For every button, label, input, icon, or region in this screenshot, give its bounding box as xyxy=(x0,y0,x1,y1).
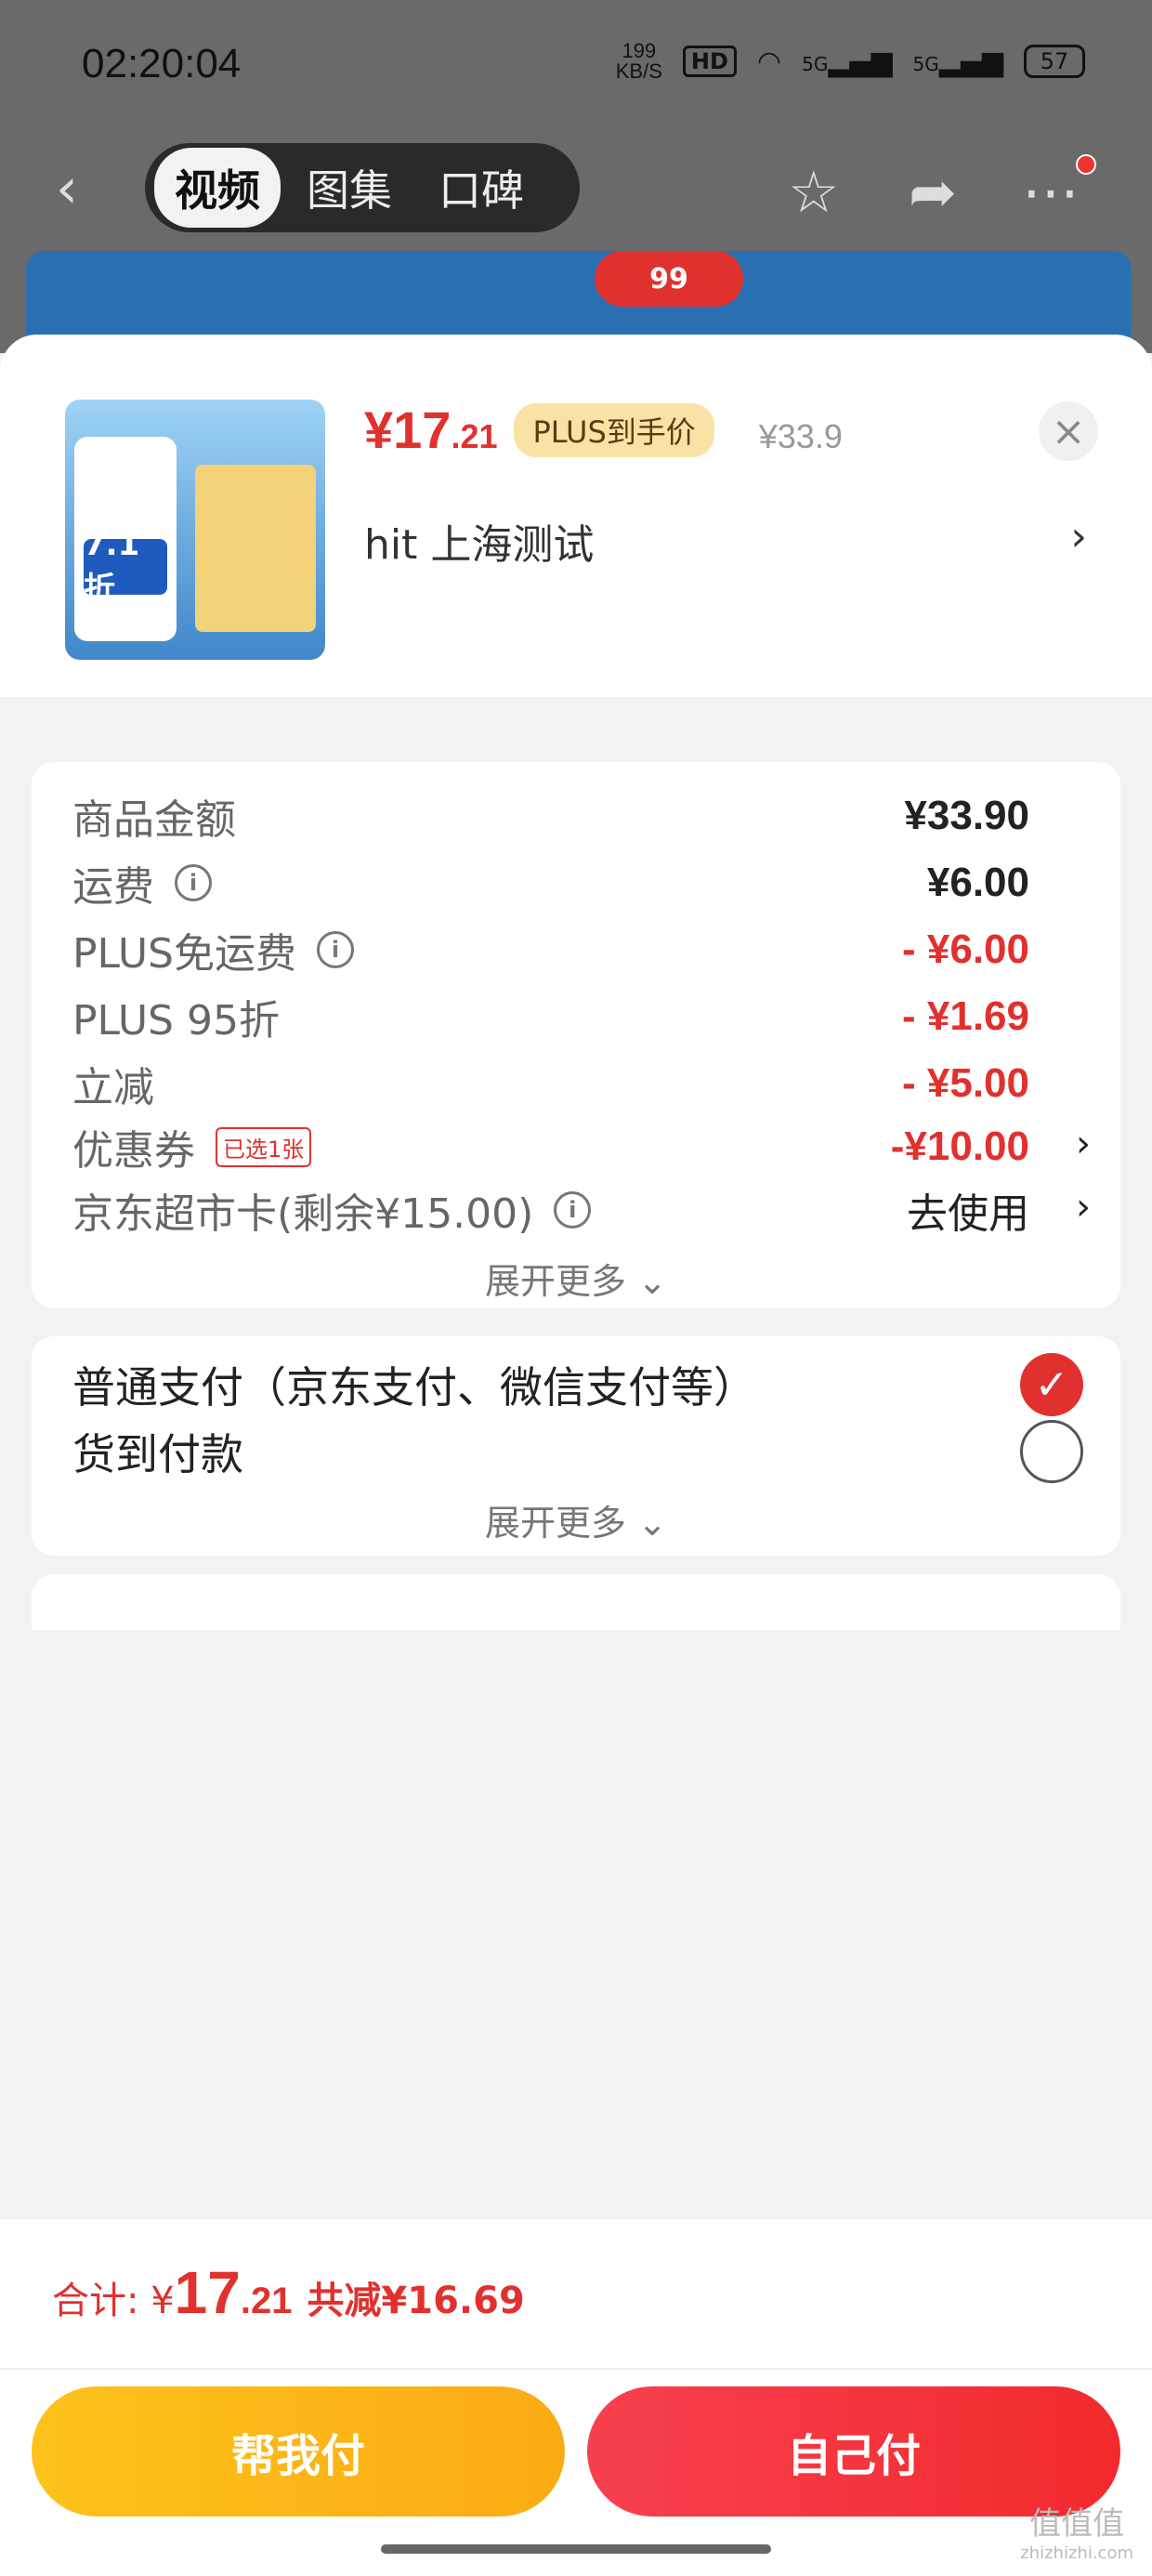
sim1-label: 5G xyxy=(802,52,829,75)
info-icon[interactable]: i xyxy=(554,1191,592,1229)
watermark-sub: zhizhizhi.com xyxy=(1020,2543,1133,2563)
product-thumbnail: 7.1折 xyxy=(65,400,325,660)
thumb-discount: 7.1折 xyxy=(84,526,167,608)
pay-option-label: 货到付款 xyxy=(72,1429,243,1479)
chevron-right-icon[interactable]: › xyxy=(1076,1123,1091,1165)
payment-method-card: 普通支付（京东支付、微信支付等） ✓ 货到付款 展开更多 ⌄ xyxy=(32,1336,1120,1556)
expand-more-label: 展开更多 xyxy=(485,1503,627,1544)
status-icons: 199 KB/S HD ◠ 5G▂▄▆ 5G▂▄▆ 57 xyxy=(616,41,1085,82)
use-card-link[interactable]: 去使用 xyxy=(907,1180,1029,1240)
pay-option-cod[interactable]: 货到付款 xyxy=(72,1414,1083,1489)
status-bar: 02:20:04 199 KB/S HD ◠ 5G▂▄▆ 5G▂▄▆ 57 xyxy=(0,0,1152,130)
plus-price-tag: PLUS到手价 xyxy=(514,402,714,457)
shipping-address[interactable]: hit 上海测试 xyxy=(364,511,594,571)
next-card-peek xyxy=(32,1574,1120,1630)
pay-option-normal[interactable]: 普通支付（京东支付、微信支付等） ✓ xyxy=(72,1347,1083,1422)
plus-price-cents: .21 xyxy=(451,417,498,455)
expand-more-label: 展开更多 xyxy=(485,1261,627,1302)
fee-label: 运费 xyxy=(72,863,154,911)
back-icon[interactable]: ‹ xyxy=(56,156,78,221)
battery-level: 57 xyxy=(1040,48,1069,74)
total-cents: .21 xyxy=(240,2280,293,2321)
total-amount: 合计: ¥ 17 .21 共减¥16.69 xyxy=(52,2258,525,2327)
fee-label: 立减 xyxy=(72,1064,154,1111)
chevron-down-icon: ⌄ xyxy=(637,1503,667,1544)
notification-dot xyxy=(1076,154,1096,175)
info-icon[interactable]: i xyxy=(175,864,212,901)
fee-row-supermarket-card[interactable]: 京东超市卡(剩余¥15.00) i 去使用 xyxy=(72,1173,1029,1247)
coupon-selected-tag: 已选1张 xyxy=(216,1126,312,1167)
fee-label: 优惠券 xyxy=(72,1127,195,1175)
help-me-pay-button[interactable]: 帮我付 xyxy=(32,2386,565,2517)
signal-icon-1: 5G▂▄▆ xyxy=(802,45,893,78)
fee-label: 京东超市卡(剩余¥15.00) xyxy=(72,1190,534,1238)
signal-icon-2: 5G▂▄▆ xyxy=(912,45,1003,78)
plus-price: ¥17 xyxy=(364,401,452,459)
fee-value: - ¥6.00 xyxy=(902,927,1029,972)
battery-icon: 57 xyxy=(1024,45,1085,78)
original-price: ¥33.9 xyxy=(758,417,843,455)
share-icon[interactable]: ➦ xyxy=(909,158,957,226)
net-speed-unit: KB/S xyxy=(615,59,662,83)
sim2-label: 5G xyxy=(912,52,939,75)
hero-badge: 99 xyxy=(595,251,743,307)
close-icon[interactable]: × xyxy=(1039,401,1098,461)
total-savings: 共减¥16.69 xyxy=(307,2280,525,2322)
fee-row-subtotal: 商品金额 ¥33.90 xyxy=(72,779,1029,853)
hd-icon: HD xyxy=(682,46,737,77)
total-integer: 17 xyxy=(174,2259,241,2326)
pay-option-label: 普通支付（京东支付、微信支付等） xyxy=(72,1362,756,1413)
status-time: 02:20:04 xyxy=(82,41,242,86)
fee-row-shipping: 运费 i ¥6.00 xyxy=(72,846,1029,920)
fee-breakdown-card: 商品金额 ¥33.90 运费 i ¥6.00 PLUS免运费 i - ¥6.00 P… xyxy=(32,762,1120,1308)
fee-row-plus-free-shipping: PLUS免运费 i - ¥6.00 xyxy=(72,913,1029,987)
wifi-icon: ◠ xyxy=(756,45,782,78)
chevron-down-icon: ⌄ xyxy=(637,1261,667,1302)
checkout-footer: 合计: ¥ 17 .21 共减¥16.69 帮我付 自己付 值值值 zhizhi… xyxy=(0,2219,1152,2576)
product-header: 7.1折 ¥17 .21 PLUS到手价 ¥33.9 × hit 上海测试 › xyxy=(0,335,1152,697)
watermark-text: 值值值 xyxy=(1029,2505,1125,2543)
fee-value: ¥6.00 xyxy=(926,860,1029,905)
footer-divider xyxy=(0,2368,1152,2370)
card-edge xyxy=(32,669,1120,691)
fee-label: PLUS 95折 xyxy=(72,997,280,1045)
fee-row-plus-discount: PLUS 95折 - ¥1.69 xyxy=(72,979,1029,1054)
expand-more-fees[interactable]: 展开更多 ⌄ xyxy=(32,1253,1120,1304)
star-icon[interactable]: ☆ xyxy=(788,158,840,226)
watermark: 值值值 zhizhizhi.com xyxy=(1020,2498,1133,2563)
tab-gallery[interactable]: 图集 xyxy=(286,148,412,228)
fee-value: - ¥5.00 xyxy=(902,1060,1029,1106)
tab-reviews[interactable]: 口碑 xyxy=(418,148,544,228)
info-icon[interactable]: i xyxy=(317,931,354,968)
radio-unchecked-icon[interactable] xyxy=(1020,1420,1083,1483)
media-tabs: 视频 图集 口碑 xyxy=(145,143,580,232)
radio-checked-icon[interactable]: ✓ xyxy=(1020,1353,1083,1416)
fee-label: 商品金额 xyxy=(72,796,236,844)
home-indicator[interactable] xyxy=(381,2544,771,2554)
chevron-right-icon[interactable]: › xyxy=(1070,513,1087,560)
fee-value: -¥10.00 xyxy=(890,1124,1029,1169)
total-label: 合计: ¥ xyxy=(52,2280,175,2322)
tab-video[interactable]: 视频 xyxy=(154,148,281,228)
chevron-right-icon[interactable]: › xyxy=(1076,1186,1091,1229)
fee-label: PLUS免运费 xyxy=(72,930,296,978)
pay-myself-button[interactable]: 自己付 xyxy=(587,2386,1120,2517)
fee-value: ¥33.90 xyxy=(904,793,1029,838)
net-speed: 199 KB/S xyxy=(616,41,662,82)
top-nav: ‹ 视频 图集 口碑 ☆ ➦ ⋯ xyxy=(0,130,1152,242)
thumb-box xyxy=(195,465,316,632)
net-speed-value: 199 xyxy=(622,39,657,62)
expand-more-payment[interactable]: 展开更多 ⌄ xyxy=(32,1494,1120,1545)
fee-value: - ¥1.69 xyxy=(902,993,1029,1039)
more-icon[interactable]: ⋯ xyxy=(1022,158,1080,226)
price-row: ¥17 .21 PLUS到手价 ¥33.9 xyxy=(364,400,843,460)
